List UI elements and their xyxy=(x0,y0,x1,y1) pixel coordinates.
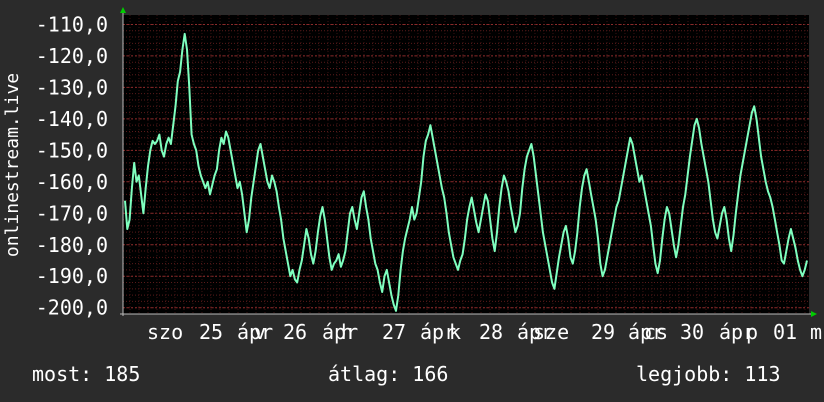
line-chart: -110,0 -120,0 -130,0 -140,0 -150,0 -160,0 -170… xyxy=(0,0,824,345)
y-tick-label: -170,0 xyxy=(36,201,108,225)
y-tick-label: -180,0 xyxy=(36,233,108,257)
x-tick-label: v xyxy=(254,320,266,344)
y-tick-label: -120,0 xyxy=(36,44,108,68)
x-tick-label: p xyxy=(746,320,758,344)
y-tick-label: -110,0 xyxy=(36,12,108,36)
y-tick-label: -140,0 xyxy=(36,107,108,131)
x-tick-label: m xyxy=(810,320,822,344)
x-tick-label: sze xyxy=(533,320,569,344)
x-tick-label: 26 xyxy=(283,320,307,344)
x-tick-labels: szo 25 áprv 26 áprh 27 áprk 28 áprsze 29 áprcs 30 áp… xyxy=(147,320,822,344)
y-tick-label: -200,0 xyxy=(36,296,108,320)
x-tick-label: 28 xyxy=(479,320,503,344)
x-tick-label: 30 xyxy=(680,320,704,344)
stat-best: legjobb: 113 xyxy=(636,362,781,386)
x-tick-label: h xyxy=(341,320,353,344)
x-tick-label: k xyxy=(449,320,461,344)
x-tick-label: 01 xyxy=(773,320,797,344)
y-axis-label: onlinestream.live xyxy=(2,73,23,257)
y-tick-label: -190,0 xyxy=(36,264,108,288)
y-tick-label: -150,0 xyxy=(36,138,108,162)
x-tick-label: cs xyxy=(644,320,668,344)
x-tick-label: 27 xyxy=(382,320,406,344)
y-tick-label: -160,0 xyxy=(36,170,108,194)
x-tick-label: szo xyxy=(147,320,183,344)
x-tick-label: 29 xyxy=(591,320,615,344)
stat-average: átlag: 166 xyxy=(328,362,449,386)
stat-current: most: 185 xyxy=(32,362,141,386)
y-tick-label: -130,0 xyxy=(36,75,108,99)
x-tick-label: 25 xyxy=(199,320,223,344)
